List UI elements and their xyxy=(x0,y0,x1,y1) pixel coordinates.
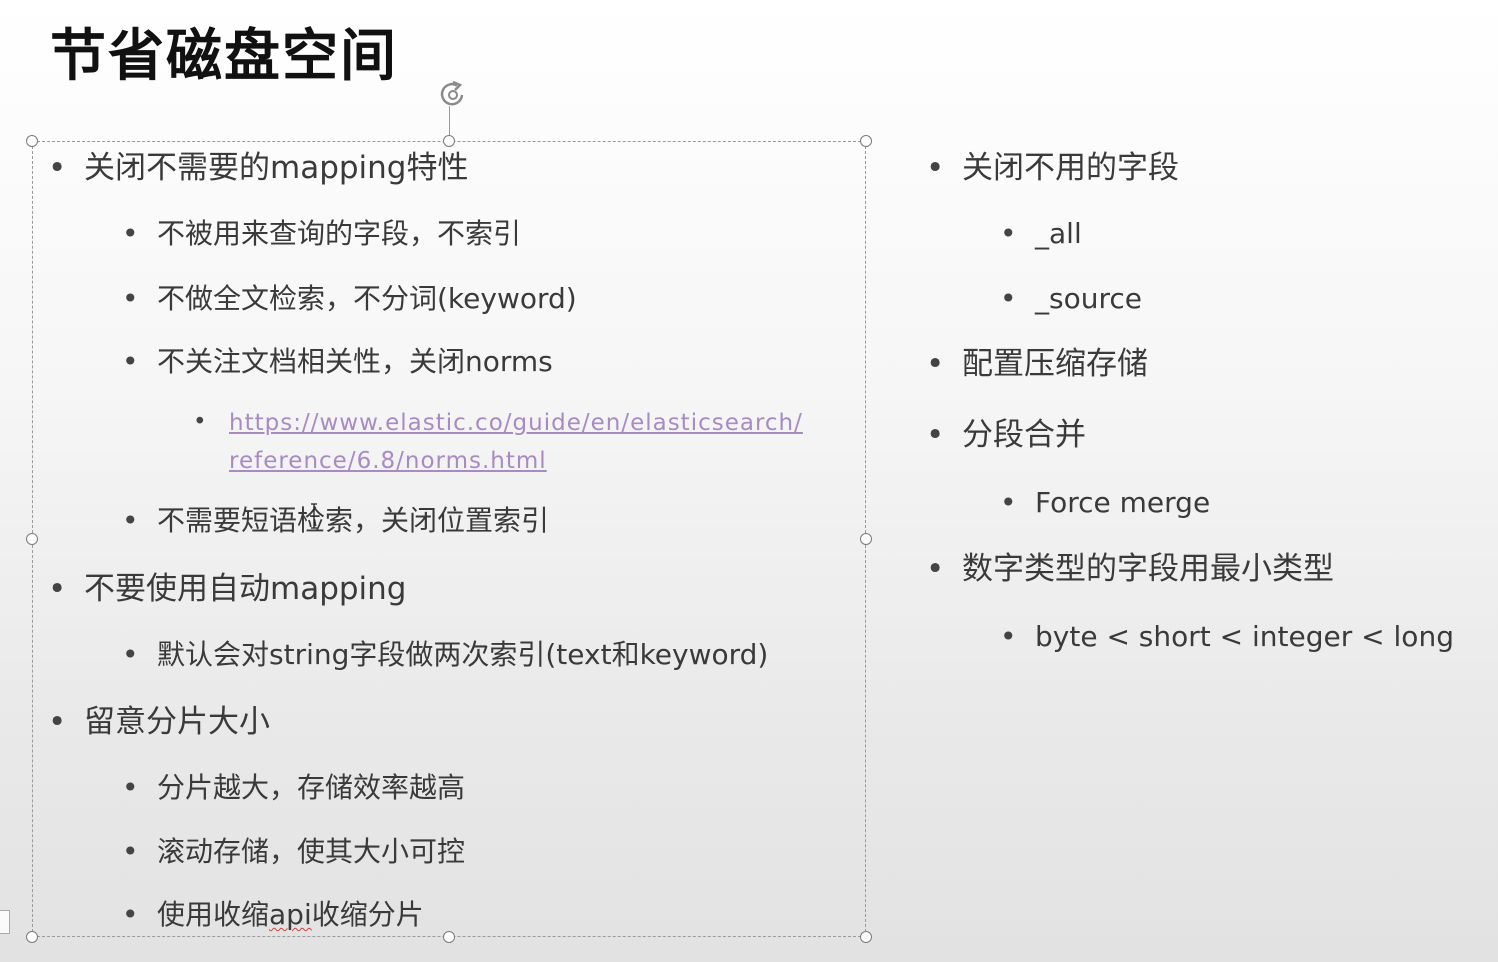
bullet-dot: • xyxy=(1000,282,1017,315)
bullet-dot: • xyxy=(926,346,945,382)
bullet-text: 留意分片大小 xyxy=(84,704,270,740)
bullet-text: _source xyxy=(1035,282,1142,315)
left-sub-bullet-norms[interactable]: • 不关注文档相关性，关闭norms xyxy=(122,344,553,380)
bullet-text: 默认会对string字段做两次索引(text和keyword) xyxy=(157,638,769,671)
left-sub-bullet-no-index[interactable]: • 不被用来查询的字段，不索引 xyxy=(122,216,522,252)
right-bullet-segment-merge[interactable]: • 分段合并 xyxy=(926,417,1086,453)
right-sub-bullet-all[interactable]: • _all xyxy=(1000,216,1082,252)
bullet-text: 配置压缩存储 xyxy=(962,346,1148,382)
left-sub-bullet-shrink-api[interactable]: • 使用收缩api收缩分片 xyxy=(122,897,424,933)
left-bullet-no-auto-mapping[interactable]: • 不要使用自动mapping xyxy=(48,571,407,607)
right-sub-bullet-numeric-order[interactable]: • byte < short < integer < long xyxy=(1000,619,1454,655)
bullet-dot: • xyxy=(122,282,139,315)
bullet-dot: • xyxy=(926,150,945,186)
bullet-text: 不要使用自动mapping xyxy=(84,571,407,607)
bullet-text-prefix: 使用收缩 xyxy=(157,898,270,931)
resize-handle-top-middle[interactable] xyxy=(443,135,455,147)
left-sub-bullet-keyword[interactable]: • 不做全文检索，不分词(keyword) xyxy=(122,281,577,317)
left-sub-bullet-position-index[interactable]: • 不需要短语检索，关闭位置索引 xyxy=(122,503,550,539)
bullet-dot: • xyxy=(122,898,139,931)
bullet-dot: • xyxy=(122,504,139,537)
resize-handle-top-left[interactable] xyxy=(26,135,38,147)
right-bullet-compression[interactable]: • 配置压缩存储 xyxy=(926,346,1148,382)
bullet-text: 不需要短语检索，关闭位置索引 xyxy=(157,504,550,537)
bullet-dot: • xyxy=(122,771,139,804)
bullet-text: _all xyxy=(1035,217,1082,250)
left-sub-sub-bullet-norms-link[interactable]: • https://www.elastic.co/guide/en/elasti… xyxy=(193,404,803,480)
spellcheck-api-word: api xyxy=(269,898,312,931)
norms-doc-link-line-2[interactable]: reference/6.8/norms.html xyxy=(229,442,803,480)
bullet-dot: • xyxy=(122,345,139,378)
bullet-dot: • xyxy=(122,638,139,671)
slide-title: 节省磁盘空间 xyxy=(50,24,398,89)
bullet-text: 不做全文检索，不分词(keyword) xyxy=(157,282,577,315)
right-bullet-smallest-numeric-type[interactable]: • 数字类型的字段用最小类型 xyxy=(926,551,1334,587)
bullet-dot: • xyxy=(48,704,67,740)
bullet-dot: • xyxy=(1000,217,1017,250)
resize-handle-bottom-right[interactable] xyxy=(860,931,872,943)
bullet-text: 不被用来查询的字段，不索引 xyxy=(157,217,522,250)
resize-handle-bottom-middle[interactable] xyxy=(443,931,455,943)
bullet-text: 不关注文档相关性，关闭norms xyxy=(157,345,553,378)
text-cursor-icon xyxy=(311,503,317,529)
left-sub-bullet-bigger-shards[interactable]: • 分片越大，存储效率越高 xyxy=(122,770,466,806)
right-bullet-close-unused-fields[interactable]: • 关闭不用的字段 xyxy=(926,150,1179,186)
left-sub-bullet-string-double-index[interactable]: • 默认会对string字段做两次索引(text和keyword) xyxy=(122,637,769,673)
resize-handle-top-right[interactable] xyxy=(860,135,872,147)
bullet-dot: • xyxy=(1000,620,1017,653)
right-sub-bullet-force-merge[interactable]: • Force merge xyxy=(1000,485,1211,521)
bullet-dot: • xyxy=(48,571,67,607)
left-sub-bullet-rollover[interactable]: • 滚动存储，使其大小可控 xyxy=(122,834,466,870)
norms-doc-link-line-1[interactable]: https://www.elastic.co/guide/en/elastics… xyxy=(229,404,803,442)
bullet-text: 关闭不用的字段 xyxy=(962,150,1179,186)
bullet-dot: • xyxy=(926,551,945,587)
bullet-text-suffix: 收缩分片 xyxy=(311,898,424,931)
bullet-text: 数字类型的字段用最小类型 xyxy=(962,551,1334,587)
left-bullet-shard-size[interactable]: • 留意分片大小 xyxy=(48,704,270,740)
bullet-text: 分片越大，存储效率越高 xyxy=(157,771,466,804)
bullet-text: 关闭不需要的mapping特性 xyxy=(84,150,469,186)
rotate-handle-icon[interactable] xyxy=(435,76,471,112)
bullet-dot: • xyxy=(122,835,139,868)
resize-handle-middle-left[interactable] xyxy=(26,533,38,545)
bullet-dot: • xyxy=(193,409,208,435)
bullet-dot: • xyxy=(926,417,945,453)
side-panel-toggle[interactable] xyxy=(0,910,10,934)
bullet-text: byte < short < integer < long xyxy=(1035,620,1454,653)
bullet-text: 滚动存储，使其大小可控 xyxy=(157,835,466,868)
bullet-text: Force merge xyxy=(1035,486,1211,519)
right-sub-bullet-source[interactable]: • _source xyxy=(1000,281,1142,317)
resize-handle-middle-right[interactable] xyxy=(860,533,872,545)
bullet-dot: • xyxy=(122,217,139,250)
left-bullet-close-mapping-features[interactable]: • 关闭不需要的mapping特性 xyxy=(48,150,469,186)
resize-handle-bottom-left[interactable] xyxy=(26,931,38,943)
text-box-selection-frame[interactable] xyxy=(32,141,866,937)
bullet-dot: • xyxy=(1000,486,1017,519)
bullet-dot: • xyxy=(48,150,67,186)
bullet-text: 分段合并 xyxy=(962,417,1086,453)
